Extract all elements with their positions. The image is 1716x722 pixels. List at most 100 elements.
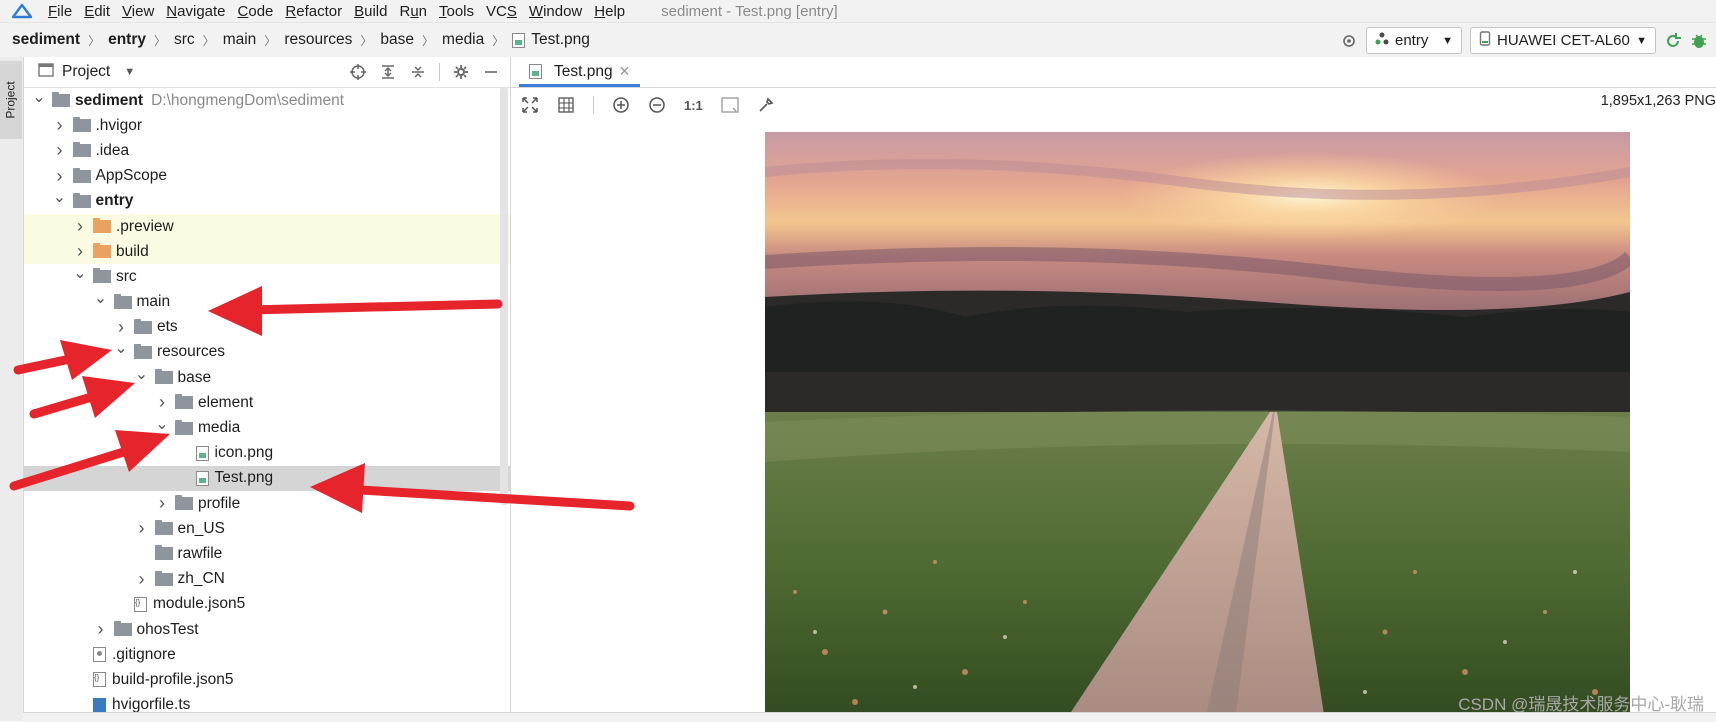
- chevron-right-icon[interactable]: ›: [53, 140, 67, 161]
- target-icon[interactable]: [1340, 32, 1358, 50]
- tree-item-gitignore[interactable]: .gitignore: [24, 642, 510, 667]
- project-panel-title[interactable]: Project: [62, 63, 110, 81]
- tree-item-ohostest[interactable]: › ohosTest: [24, 617, 510, 642]
- breadcrumb-item[interactable]: sediment: [12, 31, 80, 49]
- tree-item-hvigor[interactable]: › .hvigor: [24, 113, 510, 138]
- tree-item-preview[interactable]: › .preview: [24, 213, 510, 240]
- tree-item-build[interactable]: › build: [24, 239, 510, 265]
- device-select[interactable]: HUAWEI CET-AL60 ▼: [1470, 27, 1656, 54]
- chevron-down-icon[interactable]: ⌄: [94, 288, 108, 308]
- breadcrumb-separator-icon: 〉: [422, 33, 435, 48]
- breadcrumb-item[interactable]: Test.png: [531, 31, 590, 49]
- tree-item-label: zh_CN: [177, 570, 225, 588]
- chevron-down-icon[interactable]: ▼: [124, 66, 135, 78]
- gear-icon[interactable]: [452, 63, 470, 81]
- tree-item-label: media: [198, 419, 241, 437]
- menu-item[interactable]: VCS: [486, 3, 517, 20]
- chevron-right-icon[interactable]: ›: [135, 518, 149, 539]
- tree-item-test-png[interactable]: Test.png: [24, 465, 510, 491]
- menu-item[interactable]: Build: [354, 3, 387, 20]
- menu-item-mnemonic: B: [354, 2, 365, 20]
- locate-icon[interactable]: [349, 63, 367, 81]
- tree-item-rawfile[interactable]: rawfile: [24, 541, 510, 566]
- menu-item[interactable]: Navigate: [166, 3, 225, 20]
- json-file-icon: [134, 596, 147, 612]
- tree-scrollbar[interactable]: [500, 87, 508, 505]
- tree-item-label: build: [116, 242, 149, 260]
- tree-item-media[interactable]: ⌄ media: [24, 415, 510, 440]
- chevron-right-icon[interactable]: ›: [114, 317, 128, 338]
- tree-item-zh-cn[interactable]: › zh_CN: [24, 567, 510, 592]
- breadcrumb-item[interactable]: entry: [108, 31, 146, 49]
- menu-item[interactable]: Window: [529, 3, 582, 20]
- close-icon[interactable]: ✕: [619, 63, 631, 80]
- tree-item-profile[interactable]: › profile: [24, 491, 510, 516]
- collapse-all-icon[interactable]: [409, 63, 427, 81]
- git-file-icon: [93, 647, 106, 663]
- chevron-right-icon[interactable]: ›: [94, 619, 108, 640]
- chevron-down-icon[interactable]: ⌄: [53, 187, 67, 207]
- menu-item[interactable]: Edit: [84, 3, 110, 20]
- chevron-right-icon[interactable]: ›: [155, 392, 169, 413]
- folder-icon: [93, 218, 111, 234]
- chevron-down-icon[interactable]: ⌄: [135, 364, 149, 384]
- tree-item-sediment[interactable]: ⌄ sediment D:\hongmengDom\sediment: [24, 88, 510, 113]
- tree-item-build-profile-json5[interactable]: build-profile.json5: [24, 667, 510, 692]
- tree-item-src[interactable]: ⌄ src: [24, 264, 510, 289]
- chevron-down-icon: ▼: [1442, 34, 1453, 47]
- chevron-down-icon[interactable]: ⌄: [73, 263, 87, 283]
- menu-item-mnemonic: E: [84, 2, 95, 20]
- folder-icon: [175, 495, 193, 511]
- tree-item-element[interactable]: › element: [24, 390, 510, 415]
- breadcrumb-separator-icon: 〉: [153, 33, 166, 48]
- menu-item[interactable]: Run: [399, 3, 427, 20]
- fit-window-icon[interactable]: [721, 96, 739, 114]
- chevron-right-icon[interactable]: ›: [73, 241, 87, 262]
- chevron-down-icon[interactable]: ⌄: [32, 87, 46, 107]
- run-config-label: entry: [1395, 32, 1429, 49]
- expand-all-icon[interactable]: [379, 63, 397, 81]
- run-config-select[interactable]: entry ▼: [1366, 27, 1462, 54]
- debug-bug-icon[interactable]: [1690, 32, 1708, 50]
- grid-icon[interactable]: [557, 96, 575, 114]
- fit-zoom-icon[interactable]: [521, 96, 539, 114]
- menu-item[interactable]: Code: [238, 3, 274, 20]
- tree-item-appscope[interactable]: › AppScope: [24, 164, 510, 189]
- zoom-in-icon[interactable]: [612, 96, 630, 114]
- tree-item-entry[interactable]: ⌄ entry: [24, 189, 510, 214]
- tree-item-base[interactable]: ⌄ base: [24, 365, 510, 390]
- tree-item-idea[interactable]: › .idea: [24, 138, 510, 163]
- tree-item-icon-png[interactable]: icon.png: [24, 441, 510, 466]
- chevron-right-icon[interactable]: ›: [135, 569, 149, 590]
- tree-item-en-us[interactable]: › en_US: [24, 516, 510, 541]
- chevron-down-icon[interactable]: ⌄: [155, 414, 169, 434]
- menu-item[interactable]: Tools: [439, 3, 474, 20]
- actual-size-button[interactable]: 1:1: [684, 98, 703, 113]
- tab-test-png[interactable]: Test.png ✕: [519, 59, 641, 87]
- chevron-right-icon[interactable]: ›: [155, 493, 169, 514]
- breadcrumb-item[interactable]: main: [223, 31, 257, 49]
- chevron-right-icon[interactable]: ›: [53, 166, 67, 187]
- breadcrumb-item[interactable]: base: [380, 31, 414, 49]
- project-tool-tab[interactable]: Project: [0, 61, 22, 139]
- refresh-icon[interactable]: [1664, 32, 1682, 50]
- chevron-right-icon[interactable]: ›: [53, 115, 67, 136]
- color-picker-icon[interactable]: [757, 96, 775, 114]
- tree-item-ets[interactable]: › ets: [24, 315, 510, 340]
- breadcrumb-item[interactable]: media: [442, 31, 484, 49]
- minimize-icon[interactable]: [482, 63, 500, 81]
- menu-item[interactable]: View: [122, 3, 154, 20]
- breadcrumb-item[interactable]: resources: [284, 31, 352, 49]
- menu-item[interactable]: File: [48, 3, 72, 20]
- chevron-down-icon[interactable]: ⌄: [114, 338, 128, 358]
- menu-item[interactable]: Refactor: [285, 3, 342, 20]
- menu-item[interactable]: Help: [594, 3, 625, 20]
- menu-item-text: iew: [131, 2, 155, 20]
- tree-item-module-json5[interactable]: module.json5: [24, 592, 510, 617]
- tree-item-main[interactable]: ⌄ main: [24, 290, 510, 315]
- breadcrumb-item[interactable]: src: [174, 31, 195, 49]
- chevron-right-icon[interactable]: ›: [73, 216, 87, 237]
- navigation-bar: sediment 〉 entry 〉 src 〉 main 〉 resources 〉 base 〉 m…: [0, 22, 1716, 58]
- tree-item-resources[interactable]: ⌄ resources: [24, 340, 510, 365]
- zoom-out-icon[interactable]: [648, 96, 666, 114]
